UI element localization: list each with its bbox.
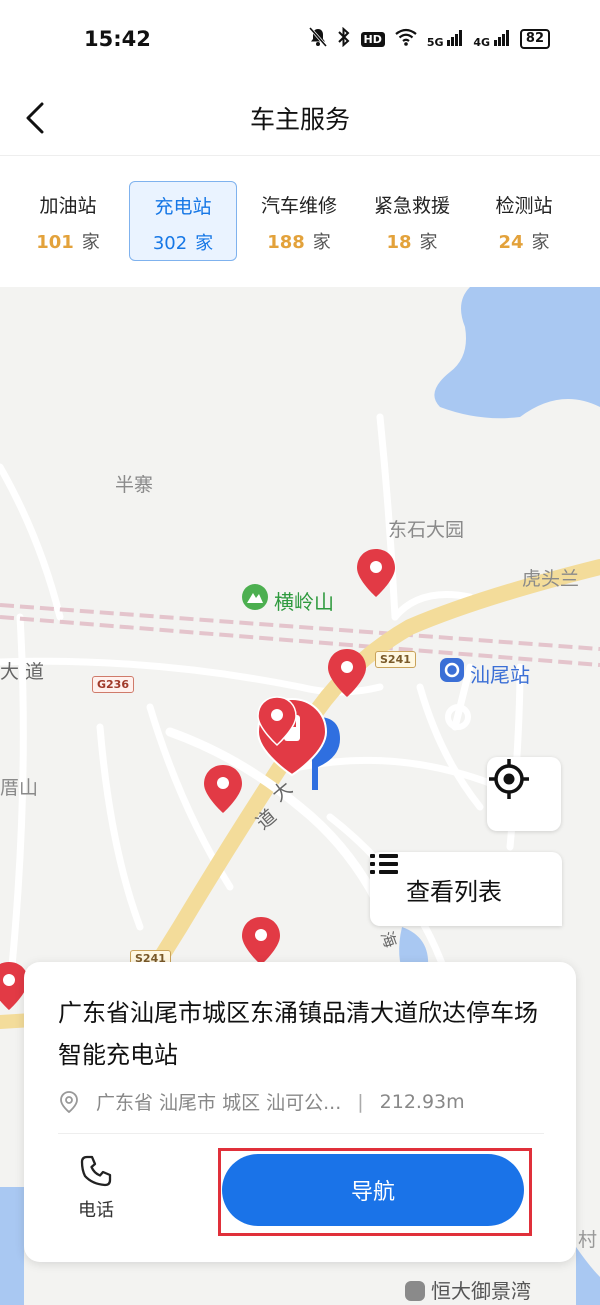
station-card: 广东省汕尾市城区东涌镇品清大道欣达停车场智能充电站 广东省 汕尾市 城区 汕可公… [24, 962, 576, 1262]
tab-count: 24 家 [470, 228, 578, 254]
tab-count: 101 家 [14, 228, 122, 254]
status-time: 15:42 [84, 27, 151, 51]
station-address-row: 广东省 汕尾市 城区 汕可公... | 212.93m [60, 1088, 465, 1115]
navigate-highlight-box [218, 1148, 532, 1236]
water-area-top [434, 287, 600, 419]
station-address: 广东省 汕尾市 城区 汕可公... [96, 1092, 342, 1114]
pin-station-4 [242, 917, 280, 965]
tab-name: 加油站 [39, 195, 97, 217]
road-badge-s241-top: S241 [375, 651, 416, 668]
mute-bell-icon [308, 27, 327, 51]
view-list-label: 查看列表 [406, 877, 502, 906]
tab-count-unit: 家 [195, 233, 214, 254]
tab-charging-station[interactable]: 充电站 302 家 [129, 181, 237, 261]
pin-station-3 [204, 765, 242, 813]
map-label-banzhai: 半寨 [115, 474, 154, 496]
map-label-hengyu: 恒大御景湾 [405, 1275, 531, 1304]
tab-inspection-station[interactable]: 检测站 24 家 [470, 181, 578, 261]
tab-count: 188 家 [244, 228, 354, 254]
tab-count: 18 家 [357, 228, 467, 254]
location-pin-icon [60, 1090, 78, 1113]
map-label-shanwei-station: 汕尾站 [470, 663, 530, 687]
call-button[interactable]: 电话 [74, 1154, 118, 1222]
road-badge-g236: G236 [92, 676, 134, 693]
map-label-cun: 村 [578, 1229, 598, 1251]
map-label-shan-left: 厝山 [0, 777, 39, 799]
station-distance: 212.93m [379, 1090, 465, 1113]
category-tabs: 加油站 101 家 充电站 302 家 汽车维修 188 家 紧急救援 18 家 检测站… [0, 157, 600, 287]
crosshair-icon [489, 759, 529, 799]
tab-count-unit: 家 [419, 232, 438, 253]
phone-icon [80, 1155, 112, 1187]
tab-name: 检测站 [495, 195, 553, 217]
wifi-icon [395, 28, 417, 50]
page-title: 车主服务 [249, 105, 350, 134]
call-label: 电话 [78, 1200, 114, 1221]
station-name: 广东省汕尾市城区东涌镇品清大道欣达停车场智能充电站 [58, 999, 538, 1069]
list-icon [370, 854, 398, 874]
5g-label: 5G [426, 35, 444, 49]
tab-count: 302 家 [130, 229, 236, 255]
tab-count-unit: 家 [531, 232, 550, 253]
map-label-dadao-left: 大 道 [0, 661, 45, 683]
map-label-hutoulan: 虎头兰 [522, 568, 580, 590]
bluetooth-icon [337, 26, 351, 51]
water-area-bottom [0, 1187, 24, 1305]
locate-button[interactable] [487, 757, 561, 831]
view-list-button[interactable]: 查看列表 [370, 852, 562, 926]
status-bar: 15:42 HD 5G 4G 82 [0, 0, 600, 80]
hd-icon: HD [360, 31, 385, 47]
status-icons: HD 5G 4G 82 [308, 26, 550, 51]
tab-count-unit: 家 [81, 232, 100, 253]
tab-count-unit: 家 [312, 232, 331, 253]
building-icon [405, 1281, 425, 1301]
top-header: 车主服务 [0, 80, 600, 156]
map-label-hengling: 横岭山 [274, 590, 334, 614]
tab-emergency-rescue[interactable]: 紧急救援 18 家 [357, 181, 467, 261]
tab-name: 汽车维修 [260, 195, 337, 217]
tab-count-number: 188 [267, 232, 305, 253]
tab-gas-station[interactable]: 加油站 101 家 [14, 181, 122, 261]
tab-car-repair[interactable]: 汽车维修 188 家 [244, 181, 354, 261]
map-label-dongshi: 东石大园 [388, 519, 465, 541]
5g-signal-icon: 5G [426, 29, 464, 49]
water-area-bottom-right [576, 1247, 600, 1305]
4g-signal-icon: 4G [473, 29, 510, 49]
train-station-icon [440, 658, 464, 682]
pin-station-1 [357, 549, 395, 597]
tab-count-number: 18 [386, 232, 412, 253]
tab-name: 充电站 [154, 196, 212, 218]
tab-count-number: 24 [498, 232, 524, 253]
4g-label: 4G [473, 35, 491, 49]
address-separator: | [357, 1090, 364, 1113]
tab-count-number: 302 [152, 233, 188, 254]
battery-indicator: 82 [519, 29, 550, 49]
app-root: 15:42 HD 5G 4G 82 车主服务 加油站 101 家 充电站 302… [0, 0, 600, 1305]
tab-count-number: 101 [36, 232, 74, 253]
tab-name: 紧急救援 [373, 195, 450, 217]
park-icon [242, 584, 268, 610]
card-divider [58, 1133, 544, 1134]
map-label-hengyu-text: 恒大御景湾 [431, 1279, 531, 1303]
